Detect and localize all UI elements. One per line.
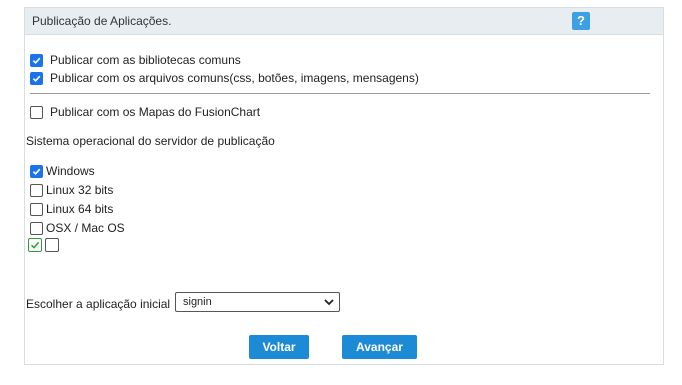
os-label: Windows	[46, 164, 95, 178]
extra-checkbox-1[interactable]	[28, 238, 42, 252]
checkmark-icon	[32, 75, 41, 82]
checkbox-common-files[interactable]	[30, 71, 43, 85]
os-label: OSX / Mac OS	[46, 221, 125, 235]
extra-checkbox-row	[28, 238, 59, 252]
option-label: Publicar com as bibliotecas comuns	[50, 53, 241, 67]
initial-app-select[interactable]: signin	[175, 292, 340, 312]
checkmark-icon	[32, 168, 41, 175]
option-label: Publicar com os arquivos comuns(css, bot…	[50, 71, 419, 85]
os-item-linux32[interactable]: Linux 32 bits	[30, 183, 113, 197]
back-button[interactable]: Voltar	[249, 335, 309, 359]
extra-checkbox-2[interactable]	[45, 238, 59, 252]
checkmark-icon	[30, 241, 40, 249]
os-label: Linux 64 bits	[46, 202, 114, 216]
os-label: Linux 32 bits	[46, 183, 114, 197]
checkmark-icon	[32, 57, 41, 64]
panel-title: Publicação de Aplicações.	[32, 14, 172, 28]
panel-header: Publicação de Aplicações. ?	[25, 8, 663, 35]
checkbox-linux64[interactable]	[30, 202, 43, 216]
checkbox-macos[interactable]	[30, 221, 43, 235]
checkbox-windows[interactable]	[30, 164, 43, 178]
os-item-windows[interactable]: Windows	[30, 164, 95, 178]
os-section-title: Sistema operacional do servidor de publi…	[26, 134, 275, 148]
option-common-files[interactable]: Publicar com os arquivos comuns(css, bot…	[30, 71, 419, 85]
initial-app-value: signin	[183, 296, 212, 308]
os-item-macos[interactable]: OSX / Mac OS	[30, 221, 125, 235]
option-common-libraries[interactable]: Publicar com as bibliotecas comuns	[30, 53, 241, 67]
publish-panel: Publicação de Aplicações. ? Publicar com…	[24, 7, 664, 365]
divider	[30, 93, 650, 94]
os-item-linux64[interactable]: Linux 64 bits	[30, 202, 113, 216]
checkbox-fusionchart-maps[interactable]	[30, 105, 43, 119]
checkbox-common-libraries[interactable]	[30, 53, 43, 67]
help-button[interactable]: ?	[572, 12, 590, 30]
initial-app-label: Escolher a aplicação inicial	[26, 297, 171, 311]
checkbox-linux32[interactable]	[30, 183, 43, 197]
option-fusionchart-maps[interactable]: Publicar com os Mapas do FusionChart	[30, 105, 260, 119]
chevron-down-icon	[324, 299, 334, 306]
option-label: Publicar com os Mapas do FusionChart	[50, 105, 261, 119]
next-button[interactable]: Avançar	[342, 335, 417, 359]
